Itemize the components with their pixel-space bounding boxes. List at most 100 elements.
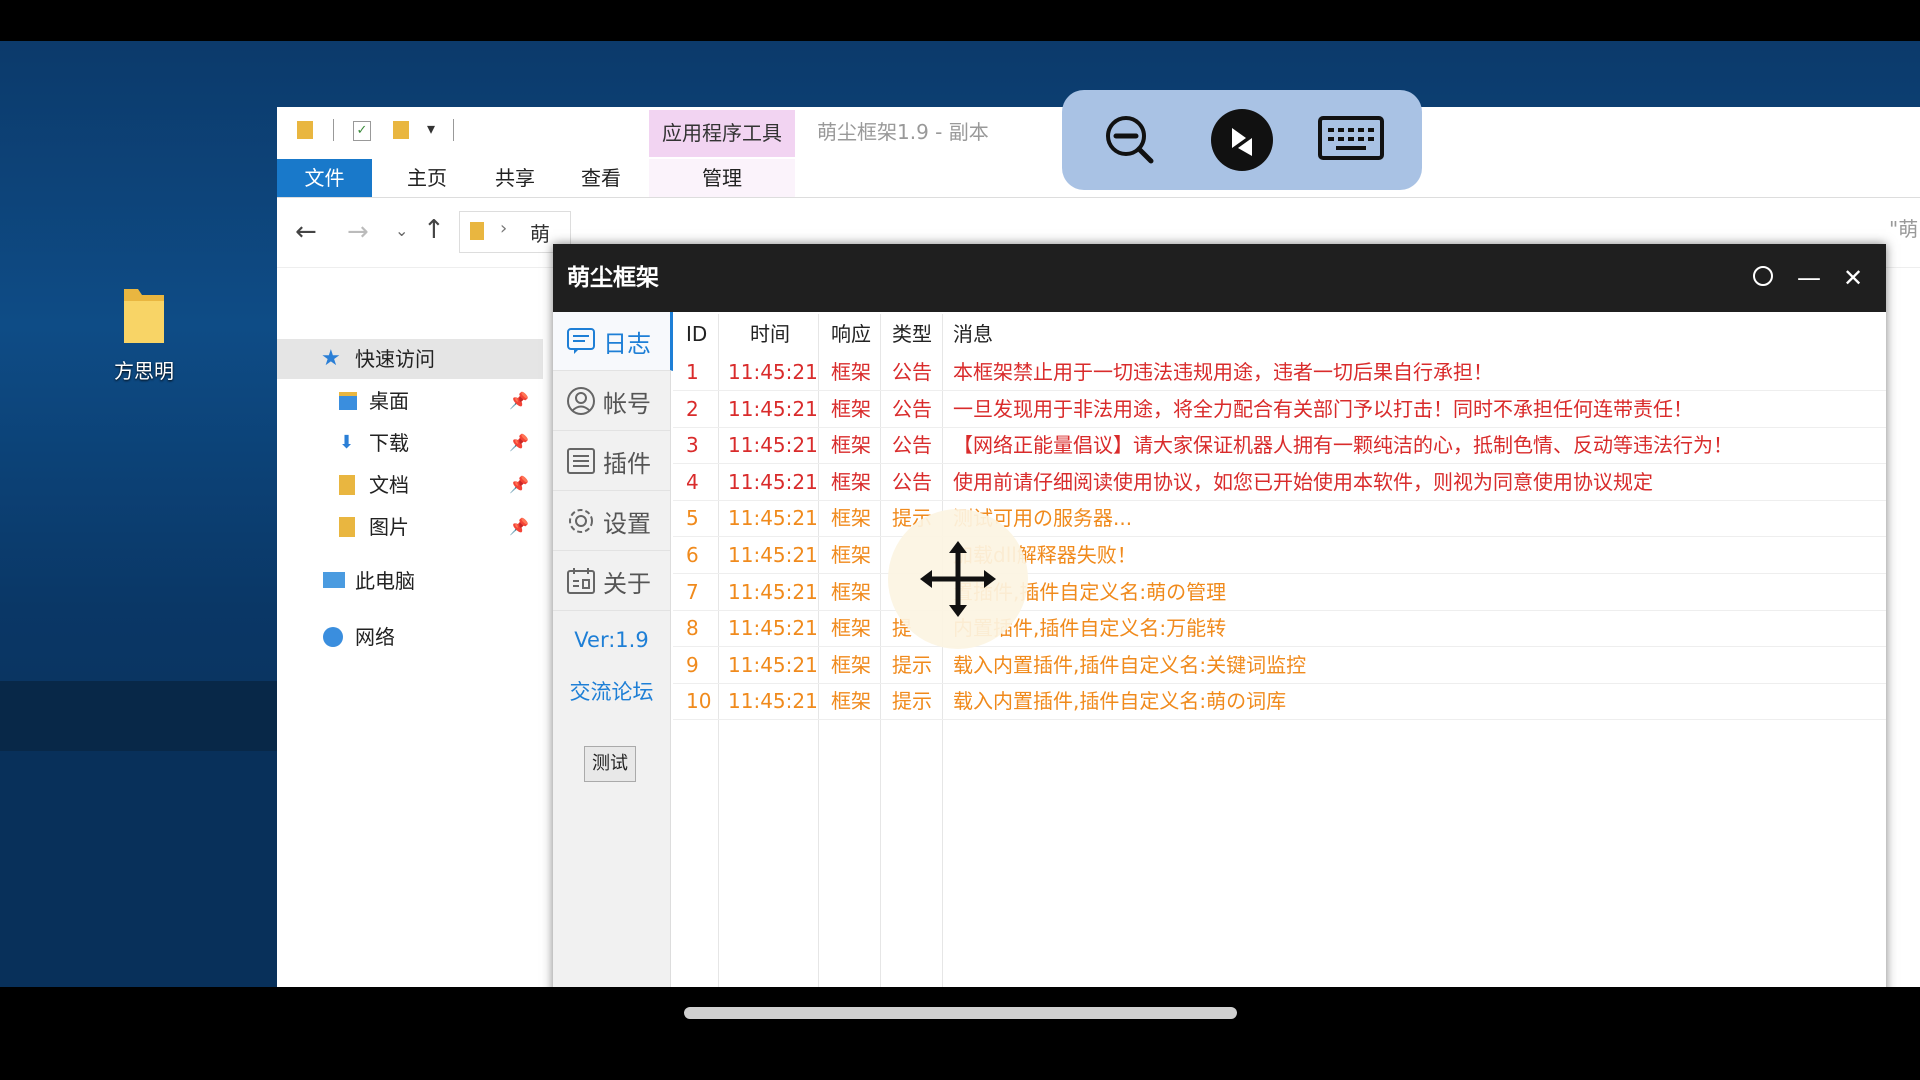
row-time: 11:45:21	[728, 360, 818, 384]
pin-icon[interactable]: 📌	[509, 381, 529, 421]
app-sidebar: 日志 帐号 插件 设置 关于 Ver:1.9 交流论坛 测试	[553, 312, 673, 987]
row-type: 提示	[892, 652, 932, 677]
column-header-id[interactable]: ID	[686, 314, 707, 354]
up-arrow-icon[interactable]: ↑	[423, 215, 445, 245]
sidebar-item-about[interactable]: 关于	[553, 552, 670, 611]
nav-this-pc[interactable]: 此电脑	[277, 561, 543, 601]
tab-view[interactable]: 查看	[561, 159, 641, 197]
column-header-type[interactable]: 类型	[892, 314, 932, 354]
move-handle[interactable]	[888, 509, 1028, 649]
row-response: 框架	[831, 506, 871, 531]
nav-label: 快速访问	[355, 347, 435, 371]
row-time: 11:45:21	[728, 506, 818, 531]
nav-pictures[interactable]: 图片 📌	[277, 507, 543, 547]
table-row[interactable]: 8 11:45:21 框架提内置插件,插件自定义名:万能转	[673, 610, 1886, 648]
version-label: Ver:1.9	[574, 628, 649, 652]
row-response: 框架	[831, 616, 871, 641]
table-row[interactable]: 2 11:45:21 框架 公告 一旦发现用于非法用途，将全力配合有关部门予以打击！同时…	[673, 391, 1886, 428]
pin-icon[interactable]: 📌	[509, 423, 529, 463]
row-response: 框架	[831, 579, 871, 604]
remote-toolbar	[1062, 90, 1422, 190]
app-title: 萌尘框架	[567, 265, 659, 291]
sidebar-item-account[interactable]: 帐号	[553, 372, 670, 431]
properties-icon[interactable]: ✓	[353, 121, 371, 141]
nav-label: 文档	[369, 473, 409, 497]
table-row[interactable]: 3 11:45:21 框架 公告 【网络正能量倡议】请大家保证机器人拥有一颗纯洁的心，抵…	[673, 427, 1886, 465]
table-row[interactable]: 9 11:45:21 框架 提示 载入内置插件,插件自定义名:关键词监控	[673, 647, 1886, 684]
desktop-icon-label: 方思明	[114, 359, 174, 383]
pin-icon[interactable]: 📌	[509, 507, 529, 547]
zoom-out-icon[interactable]	[1102, 112, 1158, 172]
tab-file[interactable]: 文件	[277, 159, 372, 197]
row-response: 框架	[831, 360, 871, 384]
forum-link[interactable]: 交流论坛	[553, 676, 670, 706]
row-id: 2	[686, 396, 699, 421]
row-response: 框架	[831, 652, 871, 677]
row-time: 11:45:21	[728, 652, 818, 677]
table-row[interactable]: 7 11:45:21 框架 置插件,插件自定义名:萌の管理	[673, 574, 1886, 611]
sidebar-label: 插件	[603, 450, 651, 478]
row-message: 载入内置插件,插件自定义名:关键词监控	[953, 652, 1307, 677]
row-response: 框架	[831, 469, 871, 494]
new-folder-icon[interactable]	[393, 121, 409, 139]
row-message: 【网络正能量倡议】请大家保证机器人拥有一颗纯洁的心，抵制色情、反动等违法行为！	[953, 433, 1733, 458]
forward-arrow-icon[interactable]: →	[347, 217, 369, 247]
nav-documents[interactable]: 文档 📌	[277, 465, 543, 505]
remote-desktop-screen: 方思明 ✓ ▾ 应用程序工具 萌尘框架1.9 - 副本 文件 主页 共享 查看 …	[0, 41, 1920, 987]
column-header-response[interactable]: 响应	[831, 314, 871, 354]
table-row[interactable]: 10 11:45:21 框架 提示 载入内置插件,插件自定义名:萌の词库	[673, 683, 1886, 721]
row-response: 框架	[831, 396, 871, 421]
nav-desktop[interactable]: 桌面 📌	[277, 381, 543, 421]
table-row[interactable]: 4 11:45:21 框架 公告 使用前请仔细阅读使用协议，如您已开始使用本软件，则视为…	[673, 464, 1886, 501]
nav-label: 此电脑	[355, 569, 415, 593]
log-table: ID 时间 响应 类型 消息 1 11:45:21 框架 公告 本框架禁止用于一切违法违…	[673, 314, 1886, 987]
row-id: 1	[686, 360, 699, 384]
document-icon	[339, 475, 355, 495]
sidebar-item-settings[interactable]: 设置	[553, 492, 670, 551]
row-type: 公告	[892, 396, 932, 421]
row-type: 提示	[892, 689, 932, 714]
table-row[interactable]: 1 11:45:21 框架 公告 本框架禁止用于一切违法违规用途，违者一切后果自行承担！	[673, 354, 1886, 391]
breadcrumb[interactable]: 萌	[530, 218, 550, 247]
home-indicator[interactable]	[684, 1007, 1237, 1019]
pin-icon[interactable]: 📌	[509, 465, 529, 505]
tab-home[interactable]: 主页	[387, 159, 467, 197]
desktop-folder-icon[interactable]: 方思明	[84, 285, 204, 384]
row-id: 4	[686, 469, 699, 494]
sidebar-item-plugins[interactable]: 插件	[553, 432, 670, 491]
test-button[interactable]: 测试	[584, 746, 636, 782]
nav-quick-access[interactable]: ★ 快速访问	[277, 339, 543, 379]
app-window: 萌尘框架 — ✕ 日志 帐号 插件 设置 关于 Ver:1.9 交流论坛 测试 …	[553, 244, 1886, 987]
nav-downloads[interactable]: ⬇ 下载 📌	[277, 423, 543, 463]
restore-icon[interactable]	[1747, 262, 1779, 294]
column-header-message[interactable]: 消息	[953, 314, 993, 354]
customize-dropdown-icon[interactable]: ▾	[427, 119, 435, 138]
row-message: 载入内置插件,插件自定义名:萌の词库	[953, 689, 1287, 714]
table-row[interactable]: 5 11:45:21 框架 提示 测试可用の服务器...	[673, 500, 1886, 538]
tab-manage[interactable]: 管理	[649, 159, 795, 197]
sidebar-label: 日志	[603, 330, 651, 358]
keyboard-icon[interactable]	[1318, 114, 1384, 168]
row-time: 11:45:21	[728, 433, 818, 458]
nav-network[interactable]: 网络	[277, 617, 543, 657]
back-arrow-icon[interactable]: ←	[295, 217, 317, 247]
gear-icon	[566, 506, 596, 536]
table-row[interactable]: 6 11:45:21 框架 加载dll解释器失败！	[673, 537, 1886, 574]
search-field-fragment[interactable]: "萌	[1889, 213, 1918, 242]
row-id: 5	[686, 506, 699, 531]
tab-share[interactable]: 共享	[475, 159, 555, 197]
minimize-icon[interactable]: —	[1793, 262, 1825, 294]
column-header-time[interactable]: 时间	[750, 314, 790, 354]
picture-icon	[339, 517, 355, 537]
app-tools-tab[interactable]: 应用程序工具	[649, 110, 795, 157]
download-icon: ⬇	[339, 432, 355, 453]
folder-small-icon[interactable]	[297, 121, 313, 139]
recent-locations-icon[interactable]: ⌄	[395, 221, 408, 240]
row-response: 框架	[831, 543, 871, 567]
row-id: 7	[686, 579, 699, 604]
app-title-bar[interactable]: 萌尘框架 — ✕	[553, 244, 1886, 312]
sidebar-item-log[interactable]: 日志	[553, 312, 673, 371]
close-icon[interactable]: ✕	[1837, 262, 1869, 294]
row-id: 8	[686, 616, 699, 641]
remote-desktop-icon[interactable]	[1210, 108, 1274, 176]
